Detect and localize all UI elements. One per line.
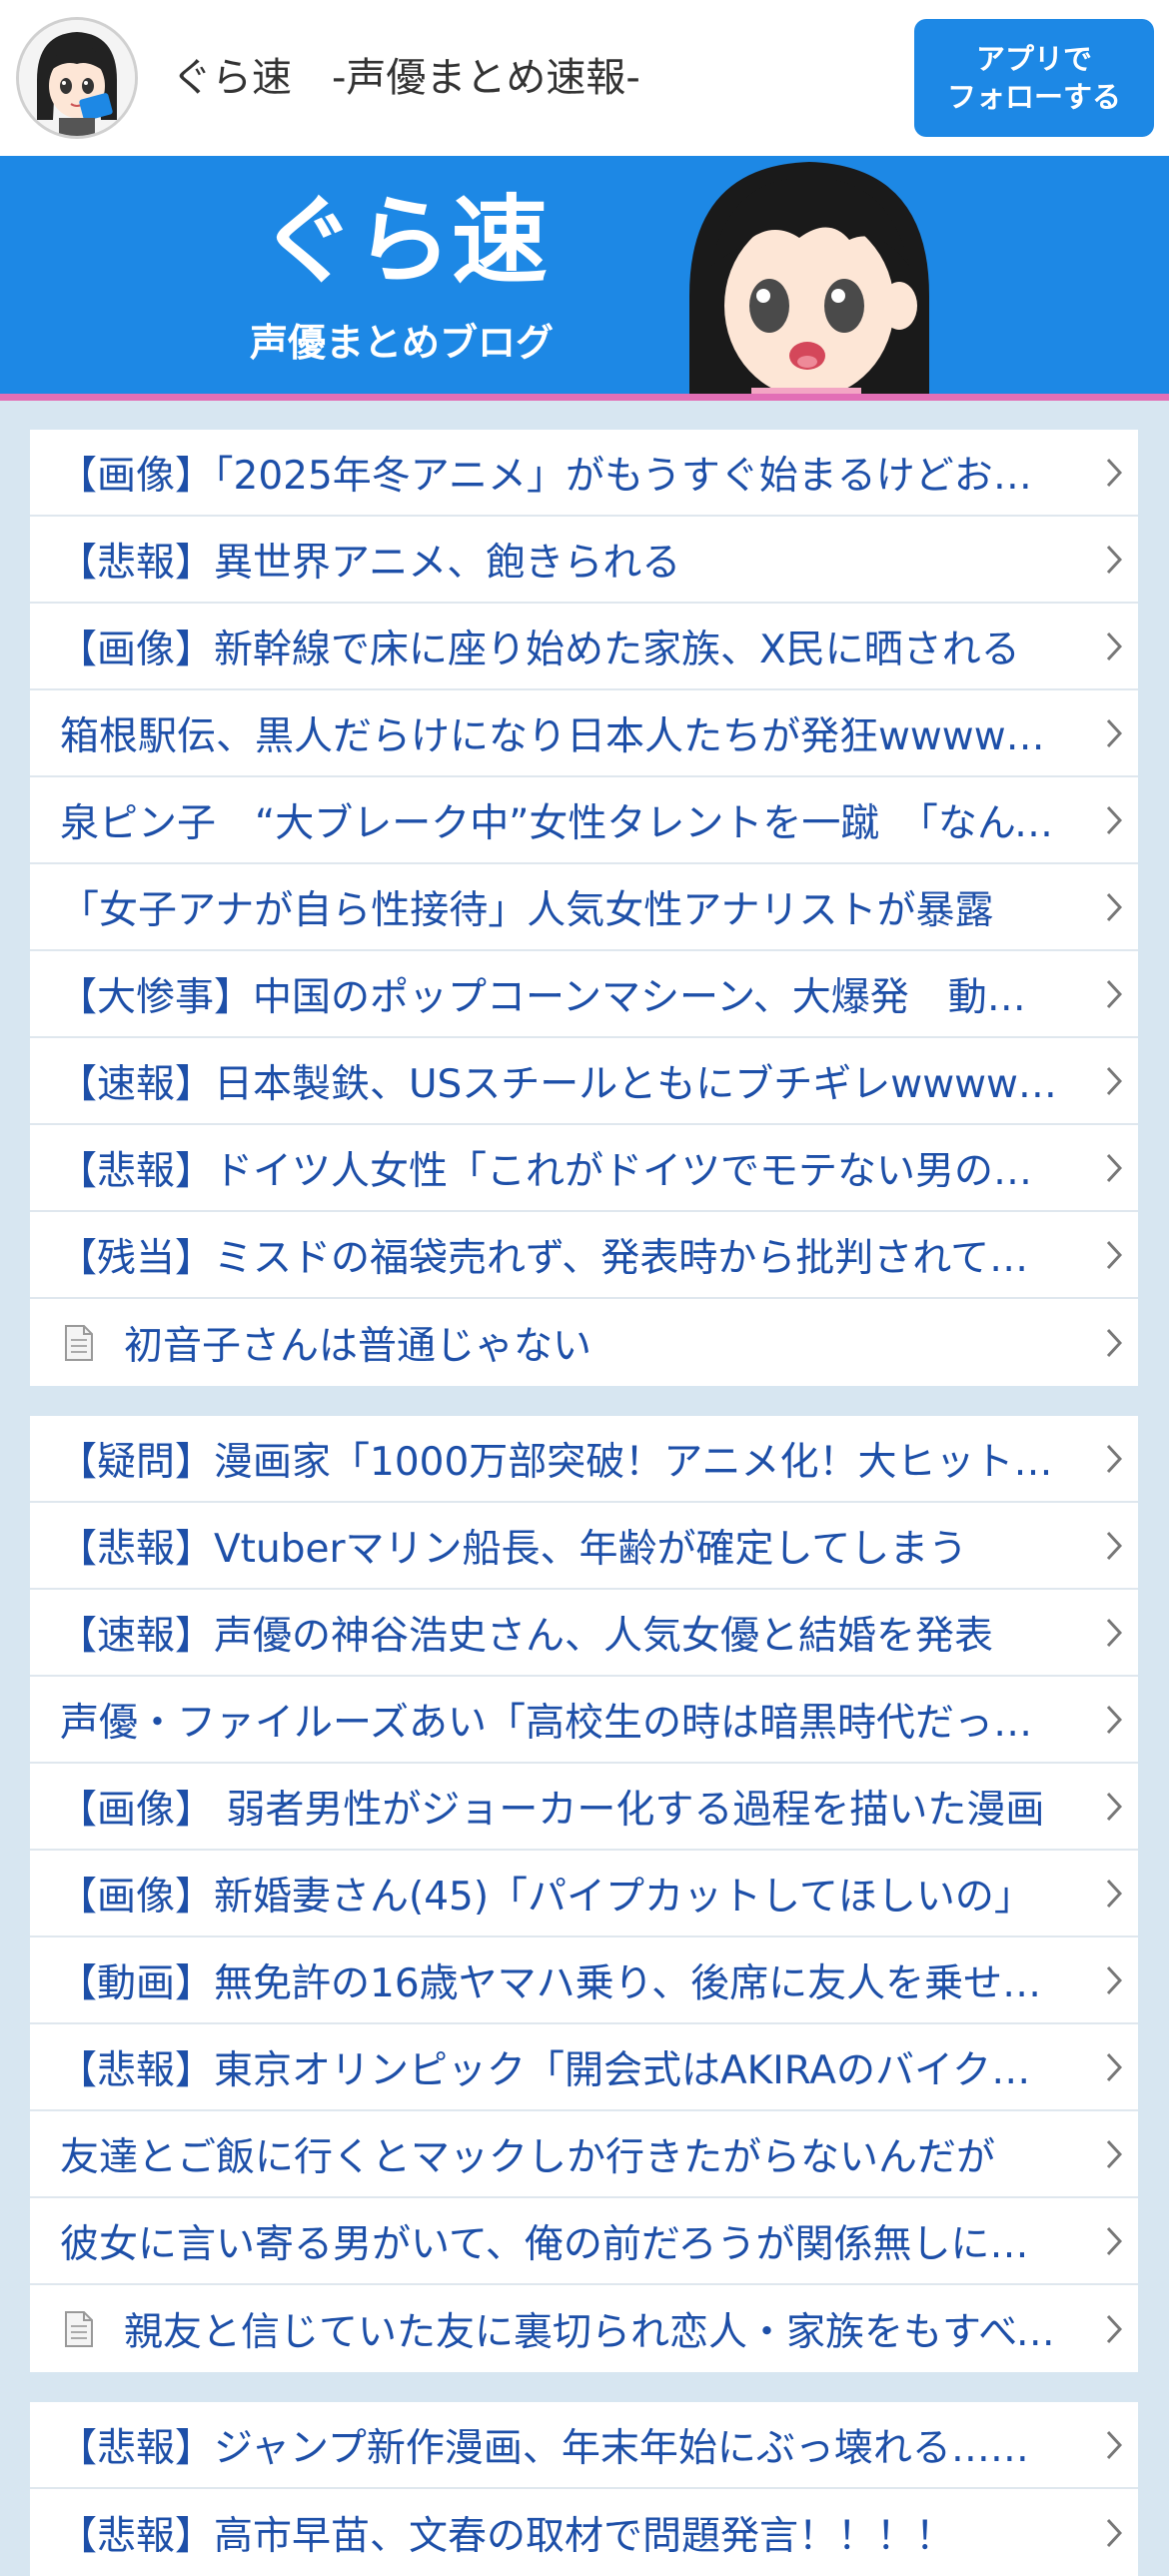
article-title: 【大惨事】中国のポップコーンマシーン、大爆発 動画あり [58,974,1059,1020]
article-title: 【動画】無免許の16歳ヤマハ乗り、後席に友人を乗せ事故 [58,1960,1059,2006]
chevron-right-icon [1106,632,1122,660]
mascot-character-illustration [689,162,929,394]
article-title: 親友と信じていた友に裏切られ恋人・家族をもすべて失った [124,2309,1055,2355]
article-title: 【速報】日本製鉄、USスチールともにブチギレwwwwww [58,1061,1059,1107]
banner-logo-subtitle: 声優まとめブログ [250,321,554,365]
banner-logo-text: ぐら速 [260,185,548,297]
list-item[interactable]: 【速報】日本製鉄、USスチールともにブチギレwwwwww [30,1038,1138,1125]
article-title: 【悲報】異世界アニメ、飽きられる [58,540,681,586]
article-title: 【画像】新婚妻さん(45)「パイプカットしてほしいの」 [58,1874,1033,1920]
chevron-right-icon [1106,1531,1122,1560]
chevron-right-icon [1106,892,1122,921]
chevron-right-icon [1106,1618,1122,1647]
article-title: 【悲報】東京オリンピック「開会式はAKIRAのバイクで」 [58,2047,1059,2093]
avatar-character-image [19,20,135,136]
chevron-right-icon [1106,1965,1122,1994]
chevron-right-icon [1106,2139,1122,2168]
list-item[interactable]: 【悲報】異世界アニメ、飽きられる [30,517,1138,604]
list-item[interactable]: 【疑問】漫画家「1000万部突破！アニメ化！大ヒット！」→ [30,1416,1138,1503]
banner-logo-image: ぐら速 声優まとめブログ [250,162,929,394]
document-icon [65,1324,93,1361]
list-item[interactable]: 【画像】「2025年冬アニメ」がもうすぐ始まるけどおまえらは何見る？ [30,430,1138,517]
article-title: 泉ピン子 “大ブレーク中”女性タレントを一蹴 「なんで売れてるかわからない」 [60,800,1059,846]
list-item[interactable]: 【動画】無免許の16歳ヤマハ乗り、後席に友人を乗せ事故 [30,1937,1138,2024]
list-item[interactable]: 【悲報】ドイツ人女性「これがドイツでモテない男の特徴よ」 [30,1125,1138,1212]
article-title: 【残当】ミスドの福袋売れず、発表時から批判されていた [58,1235,1059,1281]
chevron-right-icon [1106,2518,1122,2547]
chevron-right-icon [1106,1879,1122,1908]
article-list-2: 【疑問】漫画家「1000万部突破！アニメ化！大ヒット！」→ 【悲報】Vtuber… [30,1416,1138,2372]
chevron-right-icon [1106,1792,1122,1821]
article-title: 声優・ファイルーズあい「高校生の時は暗黒時代だった」 [60,1700,1059,1746]
list-item[interactable]: 【悲報】Vtuberマリン船長、年齢が確定してしまう [30,1503,1138,1590]
chevron-right-icon [1106,2314,1122,2343]
list-item[interactable]: 【残当】ミスドの福袋売れず、発表時から批判されていた [30,1212,1138,1299]
banner-divider [0,394,1169,401]
list-item[interactable]: 【大惨事】中国のポップコーンマシーン、大爆発 動画あり [30,951,1138,1038]
article-title: 【悲報】Vtuberマリン船長、年齢が確定してしまう [58,1526,968,1572]
list-item[interactable]: 彼女に言い寄る男がいて、俺の前だろうが関係無しに口説く [30,2198,1138,2285]
list-item[interactable]: 初音子さんは普通じゃない [30,1299,1138,1386]
chevron-right-icon [1106,1240,1122,1269]
list-item[interactable]: 【画像】 弱者男性がジョーカー化する過程を描いた漫画 [30,1764,1138,1851]
article-title: 【悲報】高市早苗、文春の取材で問題発言！！！！ [58,2513,955,2559]
article-title: 【画像】 弱者男性がジョーカー化する過程を描いた漫画 [58,1787,1045,1833]
chevron-right-icon [1106,718,1122,747]
chevron-right-icon [1106,1444,1122,1473]
chevron-right-icon [1106,1066,1122,1095]
list-item[interactable]: 親友と信じていた友に裏切られ恋人・家族をもすべて失った [30,2285,1138,2372]
chevron-right-icon [1106,2052,1122,2081]
chevron-right-icon [1106,979,1122,1008]
article-title: 初音子さんは普通じゃない [124,1323,592,1369]
article-list-3: 【悲報】ジャンプ新作漫画、年末年始にぶっ壊れる…… 【悲報】高市早苗、文春の取材… [30,2402,1138,2576]
list-item[interactable]: 友達とご飯に行くとマックしか行きたがらないんだが [30,2111,1138,2198]
chevron-right-icon [1106,1328,1122,1357]
chevron-right-icon [1106,805,1122,834]
chevron-right-icon [1106,458,1122,487]
article-title: 【疑問】漫画家「1000万部突破！アニメ化！大ヒット！」→ [58,1439,1059,1485]
list-item[interactable]: 【悲報】ジャンプ新作漫画、年末年始にぶっ壊れる…… [30,2402,1138,2489]
list-item[interactable]: 泉ピン子 “大ブレーク中”女性タレントを一蹴 「なんで売れてるかわからない」 [30,777,1138,864]
document-icon [65,2310,93,2347]
article-title: 【画像】新幹線で床に座り始めた家族、X民に晒される [58,627,1020,672]
list-item[interactable]: 【速報】声優の神谷浩史さん、人気女優と結婚を発表 [30,1590,1138,1677]
article-title: 【画像】「2025年冬アニメ」がもうすぐ始まるけどおまえらは何見る？ [58,453,1059,499]
list-item[interactable]: 【画像】新婚妻さん(45)「パイプカットしてほしいの」 [30,1851,1138,1937]
site-avatar[interactable] [16,17,138,139]
article-title: 「女子アナが自ら性接待」人気女性アナリストが暴露 [60,887,994,933]
article-title: 【速報】声優の神谷浩史さん、人気女優と結婚を発表 [58,1613,994,1659]
chevron-right-icon [1106,2430,1122,2459]
list-item[interactable]: 【画像】新幹線で床に座り始めた家族、X民に晒される [30,604,1138,690]
follow-in-app-button[interactable]: アプリで フォローする [914,19,1154,137]
list-item[interactable]: 声優・ファイルーズあい「高校生の時は暗黒時代だった」 [30,1677,1138,1764]
chevron-right-icon [1106,545,1122,574]
list-item[interactable]: 【悲報】高市早苗、文春の取材で問題発言！！！！ [30,2489,1138,2576]
list-item[interactable]: 箱根駅伝、黒人だらけになり日本人たちが発狂wwwwww [30,690,1138,777]
site-title: ぐら速 -声優まとめ速報- [172,55,640,101]
chevron-right-icon [1106,1153,1122,1182]
article-title: 彼女に言い寄る男がいて、俺の前だろうが関係無しに口説く [60,2221,1059,2267]
article-title: 【悲報】ジャンプ新作漫画、年末年始にぶっ壊れる…… [58,2425,1029,2471]
list-item[interactable]: 「女子アナが自ら性接待」人気女性アナリストが暴露 [30,864,1138,951]
list-item[interactable]: 【悲報】東京オリンピック「開会式はAKIRAのバイクで」 [30,2024,1138,2111]
article-title: 箱根駅伝、黒人だらけになり日本人たちが発狂wwwwww [60,713,1059,759]
site-banner[interactable]: ぐら速 声優まとめブログ [0,156,1169,394]
chevron-right-icon [1106,2226,1122,2255]
chevron-right-icon [1106,1705,1122,1734]
article-title: 友達とご飯に行くとマックしか行きたがらないんだが [60,2134,996,2180]
app-header: ぐら速 -声優まとめ速報- アプリで フォローする [0,0,1169,156]
article-list-1: 【画像】「2025年冬アニメ」がもうすぐ始まるけどおまえらは何見る？ 【悲報】異… [30,430,1138,1386]
article-title: 【悲報】ドイツ人女性「これがドイツでモテない男の特徴よ」 [58,1148,1059,1194]
